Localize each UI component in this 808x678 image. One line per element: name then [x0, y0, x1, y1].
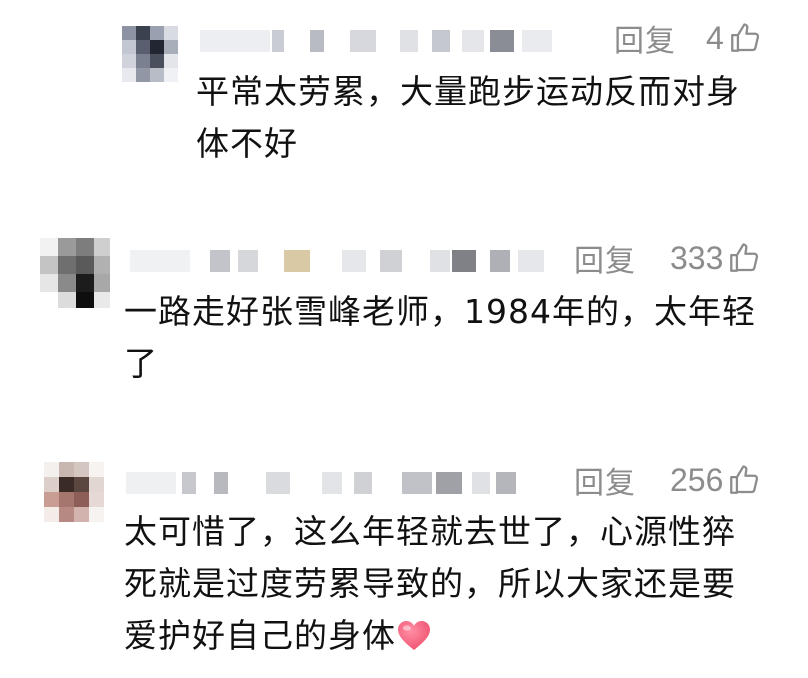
like-count: 4 — [706, 19, 724, 56]
comment-meta: 回复 333 — [574, 236, 761, 280]
thumbs-up-icon — [730, 243, 759, 272]
comment-meta: 回复 4 — [614, 16, 762, 60]
comment-line-text: 爱护好自己的身体 — [124, 616, 396, 655]
comment-text: 太可惜了，这么年轻就去世了，心源性猝 死就是过度劳累导致的，所以大家还是要 爱护… — [124, 506, 736, 662]
reply-button[interactable]: 回复 — [574, 458, 636, 502]
comment-meta: 回复 256 — [574, 458, 761, 502]
username-blurred[interactable] — [130, 246, 550, 276]
avatar[interactable] — [122, 26, 178, 82]
like-button[interactable]: 4 — [706, 20, 762, 57]
comment-text: 一路走好张雪峰老师，1984年的，太年轻 了 — [124, 286, 756, 390]
thumbs-up-icon — [730, 23, 759, 52]
comment-line: 一路走好张雪峰老师，1984年的，太年轻 — [124, 292, 756, 331]
like-button[interactable]: 333 — [670, 240, 761, 277]
like-count: 333 — [670, 239, 724, 276]
reply-button[interactable]: 回复 — [574, 236, 636, 280]
avatar[interactable] — [44, 462, 104, 522]
username-blurred[interactable] — [200, 26, 560, 56]
comment-line: 死就是过度劳累导致的，所以大家还是要 — [124, 564, 736, 603]
comment-line: 了 — [124, 344, 158, 383]
comment-line: 太可惜了，这么年轻就去世了，心源性猝 — [124, 512, 736, 551]
thumbs-up-icon — [730, 465, 759, 494]
comment-line: 平常太劳累，大量跑步运动反而对身 — [196, 72, 740, 111]
username-blurred[interactable] — [126, 468, 526, 498]
heart-emoji-icon — [398, 621, 430, 650]
avatar[interactable] — [40, 238, 110, 308]
like-count: 256 — [670, 461, 724, 498]
comment-line: 体不好 — [196, 124, 298, 163]
like-button[interactable]: 256 — [670, 462, 761, 499]
comment-text: 平常太劳累，大量跑步运动反而对身 体不好 — [196, 66, 740, 170]
comment-line: 爱护好自己的身体 — [124, 610, 736, 662]
reply-button[interactable]: 回复 — [614, 16, 676, 60]
